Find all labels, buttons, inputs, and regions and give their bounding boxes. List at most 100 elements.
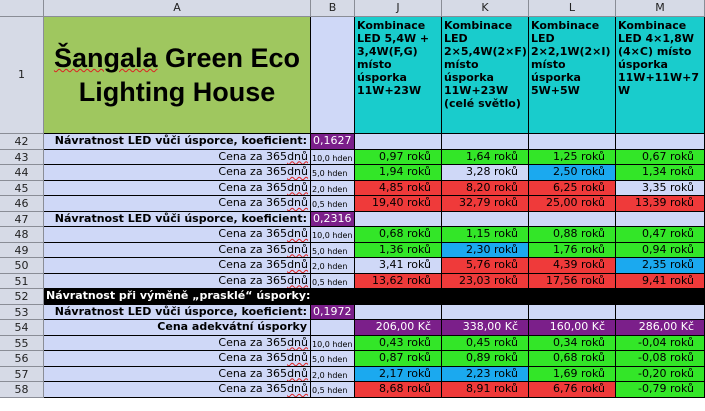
value-cell-m[interactable]: 1,34 roků xyxy=(616,165,705,181)
header-cell-j[interactable]: Kombinace LED 5,4W + 3,4W(F,G) místo úsp… xyxy=(355,17,442,134)
empty-cell-j[interactable] xyxy=(355,134,442,150)
row-header-1[interactable]: 1 xyxy=(0,17,44,134)
row-header[interactable]: 42 xyxy=(0,134,44,150)
value-cell-l[interactable]: 1,76 roků xyxy=(529,242,616,258)
value-cell-m[interactable]: 9,41 roků xyxy=(616,273,705,289)
value-cell-l[interactable]: 2,50 roků xyxy=(529,165,616,181)
empty-cell-j[interactable] xyxy=(355,304,442,320)
value-cell-l[interactable]: 25,00 roků xyxy=(529,196,616,212)
cost-label[interactable]: Cena za 365dnů xyxy=(44,351,311,367)
empty-cell-m[interactable] xyxy=(616,134,705,150)
section-heading[interactable]: Návratnost při výměně „prasklé“ úsporky: xyxy=(44,289,705,305)
cost-label[interactable]: Cena za 365dnů xyxy=(44,180,311,196)
hours-per-day-cell[interactable]: 2,0 hden xyxy=(311,366,355,382)
row-header[interactable]: 46 xyxy=(0,196,44,212)
coefficient-value[interactable]: 0,2316 xyxy=(311,211,355,227)
value-cell-m[interactable]: 0,47 roků xyxy=(616,227,705,243)
value-cell-j[interactable]: 0,68 roků xyxy=(355,227,442,243)
coefficient-value[interactable]: 0,1972 xyxy=(311,304,355,320)
value-cell-m[interactable]: 286,00 Kč xyxy=(616,320,705,336)
coefficient-label[interactable]: Návratnost LED vůči úsporce, koeficient: xyxy=(44,304,311,320)
hours-per-day-cell[interactable]: 5,0 hden xyxy=(311,242,355,258)
empty-cell-b[interactable] xyxy=(311,320,355,336)
hours-per-day-cell[interactable]: 10,0 hden xyxy=(311,227,355,243)
value-cell-k[interactable]: 338,00 Kč xyxy=(442,320,529,336)
header-cell-k[interactable]: Kombinace LED 2×5,4W(2×F) místo úsporka … xyxy=(442,17,529,134)
value-cell-k[interactable]: 2,23 roků xyxy=(442,366,529,382)
empty-cell-j[interactable] xyxy=(355,211,442,227)
value-cell-k[interactable]: 8,91 roků xyxy=(442,382,529,398)
row-header[interactable]: 57 xyxy=(0,366,44,382)
column-header-m[interactable]: M xyxy=(616,0,705,17)
cost-label[interactable]: Cena za 365dnů xyxy=(44,273,311,289)
value-cell-j[interactable]: 0,87 roků xyxy=(355,351,442,367)
value-cell-m[interactable]: 2,35 roků xyxy=(616,258,705,274)
hours-per-day-cell[interactable]: 5,0 hden xyxy=(311,165,355,181)
value-cell-j[interactable]: 2,17 roků xyxy=(355,366,442,382)
row-header[interactable]: 53 xyxy=(0,304,44,320)
value-cell-k[interactable]: 32,79 roků xyxy=(442,196,529,212)
row-header[interactable]: 54 xyxy=(0,320,44,336)
value-cell-j[interactable]: 1,94 roků xyxy=(355,165,442,181)
coefficient-label[interactable]: Návratnost LED vůči úsporce, koeficient: xyxy=(44,211,311,227)
value-cell-l[interactable]: 6,76 roků xyxy=(529,382,616,398)
value-cell-m[interactable]: -0,08 roků xyxy=(616,351,705,367)
empty-cell-k[interactable] xyxy=(442,304,529,320)
value-cell-l[interactable]: 4,39 roků xyxy=(529,258,616,274)
value-cell-j[interactable]: 1,36 roků xyxy=(355,242,442,258)
value-cell-j[interactable]: 3,41 roků xyxy=(355,258,442,274)
hours-per-day-cell[interactable]: 0,5 hden xyxy=(311,273,355,289)
cost-label[interactable]: Cena za 365dnů xyxy=(44,165,311,181)
value-cell-j[interactable]: 4,85 roků xyxy=(355,180,442,196)
value-cell-k[interactable]: 0,89 roků xyxy=(442,351,529,367)
cell-b1[interactable] xyxy=(311,17,355,134)
coefficient-value[interactable]: 0,1627 xyxy=(311,134,355,150)
header-cell-m[interactable]: Kombinace LED 4×1,8W (4×C) místo úsporka… xyxy=(616,17,705,134)
value-cell-l[interactable]: 160,00 Kč xyxy=(529,320,616,336)
cost-label[interactable]: Cena za 365dnů xyxy=(44,366,311,382)
hours-per-day-cell[interactable]: 0,5 hden xyxy=(311,196,355,212)
row-header[interactable]: 52 xyxy=(0,289,44,305)
value-cell-k[interactable]: 5,76 roků xyxy=(442,258,529,274)
header-cell-l[interactable]: Kombinace LED 2×2,1W(2×I) místo úsporka … xyxy=(529,17,616,134)
column-header-k[interactable]: K xyxy=(442,0,529,17)
row-header[interactable]: 48 xyxy=(0,227,44,243)
column-header-l[interactable]: L xyxy=(529,0,616,17)
price-label[interactable]: Cena adekvátní úsporky xyxy=(44,320,311,336)
empty-cell-k[interactable] xyxy=(442,134,529,150)
row-header[interactable]: 47 xyxy=(0,211,44,227)
value-cell-m[interactable]: 0,94 roků xyxy=(616,242,705,258)
cost-label[interactable]: Cena za 365dnů xyxy=(44,242,311,258)
value-cell-m[interactable]: 0,67 roků xyxy=(616,149,705,165)
cost-label[interactable]: Cena za 365dnů xyxy=(44,335,311,351)
value-cell-j[interactable]: 0,97 roků xyxy=(355,149,442,165)
column-header-b[interactable]: B xyxy=(311,0,355,17)
row-header[interactable]: 58 xyxy=(0,382,44,398)
row-header[interactable]: 43 xyxy=(0,149,44,165)
hours-per-day-cell[interactable]: 2,0 hden xyxy=(311,180,355,196)
empty-cell-l[interactable] xyxy=(529,211,616,227)
hours-per-day-cell[interactable]: 2,0 hden xyxy=(311,258,355,274)
row-header[interactable]: 45 xyxy=(0,180,44,196)
hours-per-day-cell[interactable]: 0,5 hden xyxy=(311,382,355,398)
cost-label[interactable]: Cena za 365dnů xyxy=(44,382,311,398)
value-cell-j[interactable]: 19,40 roků xyxy=(355,196,442,212)
empty-cell-m[interactable] xyxy=(616,304,705,320)
value-cell-k[interactable]: 1,64 roků xyxy=(442,149,529,165)
value-cell-l[interactable]: 6,25 roků xyxy=(529,180,616,196)
value-cell-m[interactable]: -0,20 roků xyxy=(616,366,705,382)
value-cell-l[interactable]: 1,25 roků xyxy=(529,149,616,165)
hours-per-day-cell[interactable]: 5,0 hden xyxy=(311,351,355,367)
title-cell[interactable]: Šangala Green Eco Lighting House xyxy=(44,17,311,134)
cost-label[interactable]: Cena za 365dnů xyxy=(44,149,311,165)
empty-cell-m[interactable] xyxy=(616,211,705,227)
value-cell-j[interactable]: 13,62 roků xyxy=(355,273,442,289)
value-cell-l[interactable]: 0,34 roků xyxy=(529,335,616,351)
value-cell-k[interactable]: 8,20 roků xyxy=(442,180,529,196)
value-cell-k[interactable]: 3,28 roků xyxy=(442,165,529,181)
column-header-j[interactable]: J xyxy=(355,0,442,17)
empty-cell-l[interactable] xyxy=(529,304,616,320)
value-cell-k[interactable]: 0,45 roků xyxy=(442,335,529,351)
row-header[interactable]: 51 xyxy=(0,273,44,289)
cost-label[interactable]: Cena za 365dnů xyxy=(44,196,311,212)
